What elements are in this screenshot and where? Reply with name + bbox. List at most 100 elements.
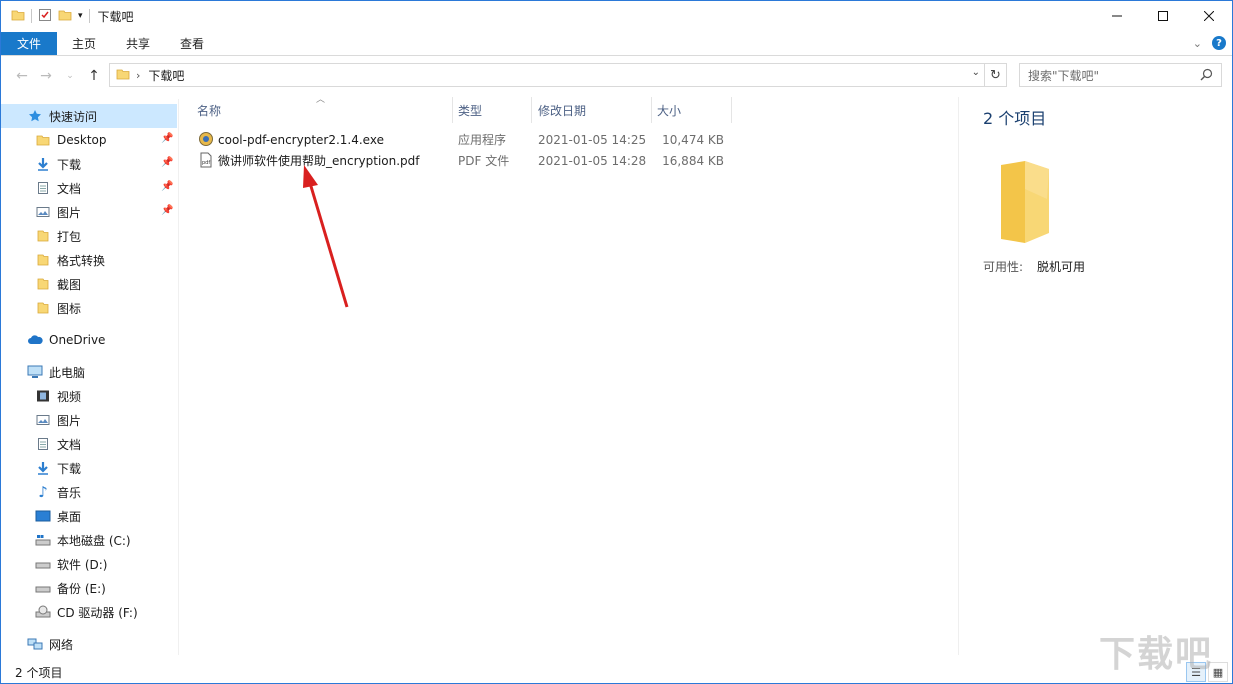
cloud-icon xyxy=(27,332,43,348)
red-arrow-annotation xyxy=(303,165,349,308)
help-icon[interactable]: ? xyxy=(1212,36,1226,50)
system-drive-icon xyxy=(35,532,51,548)
folder-icon xyxy=(35,300,51,316)
column-date[interactable]: 修改日期 xyxy=(538,97,586,123)
navigation-bar: ← → ⌄ ↑ › 下载吧 ⌄ ↻ 搜索"下载吧" xyxy=(1,63,1232,89)
desktop-icon xyxy=(35,508,51,524)
sidebar-item-drive-e[interactable]: 备份 (E:) xyxy=(1,576,177,600)
sidebar-item-label: CD 驱动器 (F:) xyxy=(57,605,138,620)
sidebar-item-onedrive[interactable]: OneDrive xyxy=(1,328,177,352)
column-size[interactable]: 大小 xyxy=(657,97,681,123)
folder-blue-icon xyxy=(35,132,51,148)
sidebar-item-label: 软件 (D:) xyxy=(57,557,108,572)
sidebar-item-pc-downloads[interactable]: 下载 xyxy=(1,456,177,480)
column-divider[interactable] xyxy=(651,97,652,123)
sidebar-item-pc-documents[interactable]: 文档 xyxy=(1,432,177,456)
new-folder-icon[interactable] xyxy=(58,8,72,25)
network-icon xyxy=(27,636,43,652)
status-bar: 2 个项目 ☰ ▦ xyxy=(1,661,1232,683)
expand-ribbon-icon[interactable]: ⌄ xyxy=(1193,37,1202,50)
sidebar-item-drive-c[interactable]: 本地磁盘 (C:) xyxy=(1,528,177,552)
breadcrumb[interactable]: 下载吧 xyxy=(148,67,184,84)
address-dropdown-icon[interactable]: ⌄ xyxy=(972,67,980,78)
customize-toolbar-dropdown-icon[interactable]: ▾ xyxy=(78,11,83,21)
sidebar-item-pack[interactable]: 打包 xyxy=(1,224,177,248)
sidebar-item-pictures[interactable]: 图片 📌 xyxy=(1,200,177,224)
sidebar-item-documents[interactable]: 文档 📌 xyxy=(1,176,177,200)
sidebar-item-desktop[interactable]: Desktop 📌 xyxy=(1,128,177,152)
window-title: 下载吧 xyxy=(97,9,134,24)
sidebar-item-label: 截图 xyxy=(57,277,82,292)
sidebar-item-desktop-pc[interactable]: 桌面 xyxy=(1,504,177,528)
column-name[interactable]: 名称 xyxy=(197,97,221,123)
minimize-button[interactable] xyxy=(1094,1,1140,31)
folder-icon xyxy=(35,276,51,292)
sidebar-item-label: OneDrive xyxy=(49,333,106,347)
sidebar-item-label: 格式转换 xyxy=(57,253,106,268)
exe-icon xyxy=(198,131,214,150)
sidebar-item-label: 备份 (E:) xyxy=(57,581,106,596)
column-divider[interactable] xyxy=(531,97,532,123)
sidebar-item-label: 图片 xyxy=(57,205,82,220)
document-icon xyxy=(35,436,51,452)
cd-drive-icon xyxy=(35,604,51,620)
sidebar-item-icons[interactable]: 图标 xyxy=(1,296,177,320)
back-arrow-icon[interactable]: ← xyxy=(11,65,33,87)
sidebar-item-label: 图片 xyxy=(57,413,82,428)
sidebar-item-label: 文档 xyxy=(57,181,82,196)
recent-locations-icon[interactable]: ⌄ xyxy=(59,65,81,87)
file-row[interactable]: pdf 微讲师软件使用帮助_encryption.pdf PDF 文件 2021… xyxy=(193,150,738,171)
sidebar-item-quick-access[interactable]: 快速访问 xyxy=(1,104,177,128)
file-size: 10,474 KB xyxy=(662,132,724,147)
file-name: cool-pdf-encrypter2.1.4.exe xyxy=(218,132,384,147)
pin-icon[interactable]: 📌 xyxy=(161,157,173,168)
up-arrow-icon[interactable]: ↑ xyxy=(83,65,105,87)
sidebar-item-videos[interactable]: 视频 xyxy=(1,384,177,408)
sidebar-item-format-convert[interactable]: 格式转换 xyxy=(1,248,177,272)
file-row[interactable]: cool-pdf-encrypter2.1.4.exe 应用程序 2021-01… xyxy=(193,129,738,150)
computer-icon xyxy=(27,364,43,380)
folder-icon xyxy=(35,252,51,268)
sidebar-item-screenshots[interactable]: 截图 xyxy=(1,272,177,296)
tab-file[interactable]: 文件 xyxy=(1,32,58,55)
download-icon xyxy=(35,460,51,476)
pin-icon[interactable]: 📌 xyxy=(161,181,173,192)
tab-view[interactable]: 查看 xyxy=(165,32,219,55)
sidebar-item-label: Desktop xyxy=(57,133,107,147)
close-button[interactable] xyxy=(1186,1,1232,31)
details-pane: 2 个项目 可用性: 脱机可用 xyxy=(958,97,1232,655)
breadcrumb-chevron-icon[interactable]: › xyxy=(136,69,140,82)
large-folder-icon xyxy=(995,159,1059,248)
properties-icon[interactable] xyxy=(38,8,52,25)
sidebar-item-network[interactable]: 网络 xyxy=(1,632,177,656)
nav-buttons: ← → ⌄ ↑ xyxy=(11,65,105,87)
sidebar-item-downloads[interactable]: 下载 📌 xyxy=(1,152,177,176)
sidebar-item-drive-d[interactable]: 软件 (D:) xyxy=(1,552,177,576)
column-divider[interactable] xyxy=(731,97,732,123)
sidebar-item-label: 下载 xyxy=(57,157,82,172)
ribbon-tabs: 文件 主页 共享 查看 ⌄ ? xyxy=(1,32,1232,56)
details-item-count: 2 个项目 xyxy=(983,109,1047,128)
search-input[interactable]: 搜索"下载吧" xyxy=(1019,63,1222,87)
column-type[interactable]: 类型 xyxy=(458,97,482,123)
column-divider[interactable] xyxy=(452,97,453,123)
sidebar-item-pc-pictures[interactable]: 图片 xyxy=(1,408,177,432)
file-type: PDF 文件 xyxy=(458,154,510,168)
sidebar-item-drive-f[interactable]: CD 驱动器 (F:) xyxy=(1,600,177,624)
column-header: 名称 类型 修改日期 大小 xyxy=(181,97,741,123)
sidebar-item-label: 此电脑 xyxy=(49,365,86,380)
forward-arrow-icon[interactable]: → xyxy=(35,65,57,87)
sidebar-item-this-pc[interactable]: 此电脑 xyxy=(1,360,177,384)
maximize-button[interactable] xyxy=(1140,1,1186,31)
folder-icon xyxy=(35,228,51,244)
sidebar-item-label: 桌面 xyxy=(57,509,82,524)
sidebar-item-music[interactable]: ♪ 音乐 xyxy=(1,480,177,504)
toolbar-divider xyxy=(88,9,90,23)
pin-icon[interactable]: 📌 xyxy=(161,133,173,144)
tab-home[interactable]: 主页 xyxy=(57,32,111,55)
availability-value: 脱机可用 xyxy=(1037,260,1086,274)
refresh-button[interactable]: ↻ xyxy=(984,64,1006,86)
pin-icon[interactable]: 📌 xyxy=(161,205,173,216)
tab-share[interactable]: 共享 xyxy=(111,32,165,55)
address-bar[interactable]: › 下载吧 ⌄ ↻ xyxy=(109,63,1007,87)
